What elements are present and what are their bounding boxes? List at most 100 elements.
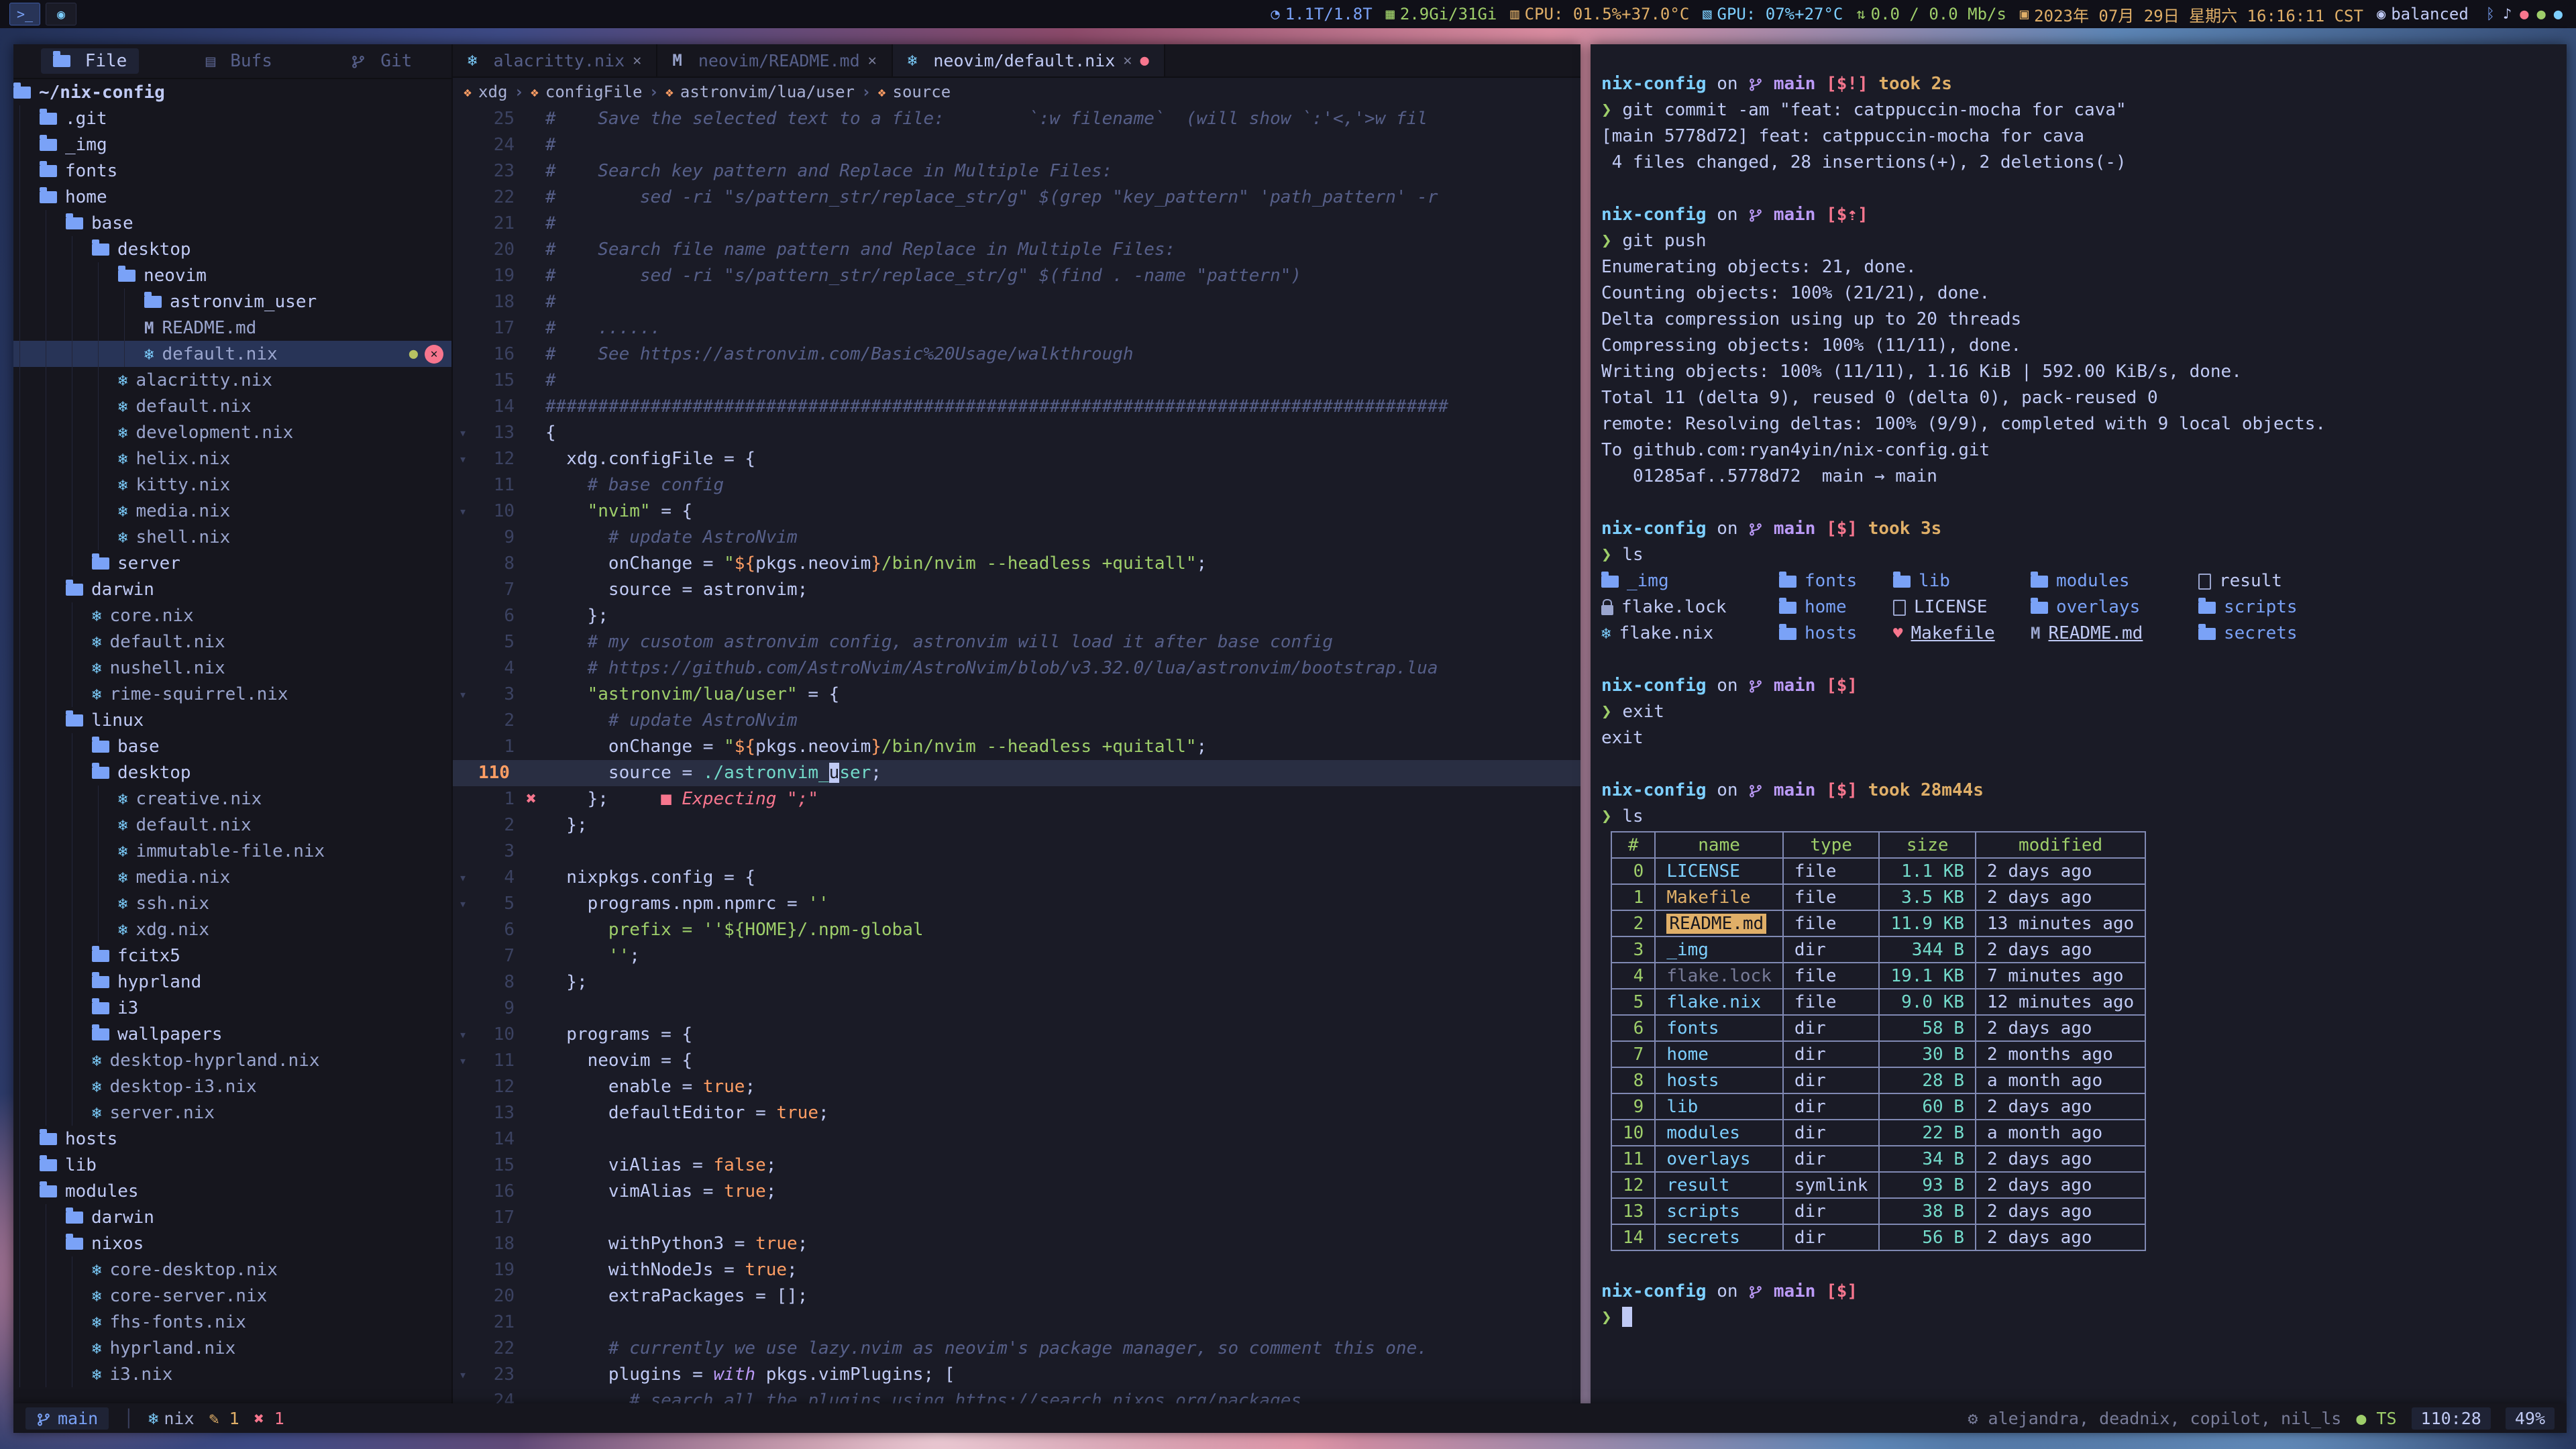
code-line[interactable]: 24 # search all the plugins using https:…: [453, 1388, 1580, 1403]
code-line[interactable]: ▾11 neovim = {: [453, 1048, 1580, 1074]
tree-item-.git[interactable]: .git: [13, 105, 451, 131]
code-line[interactable]: 14: [453, 1126, 1580, 1152]
tree-item-server[interactable]: server: [13, 550, 451, 576]
code-line[interactable]: 16 # See https://astronvim.com/Basic%20U…: [453, 341, 1580, 368]
code-line[interactable]: 17 # ......: [453, 315, 1580, 341]
terminal-window[interactable]: nix-config on main [$!] took 2s❯ git com…: [1591, 44, 2567, 1403]
code-line[interactable]: ▾10 "nvim" = {: [453, 498, 1580, 525]
code-line[interactable]: 22 # currently we use lazy.nvim as neovi…: [453, 1336, 1580, 1362]
tree-item-neovim[interactable]: neovim: [13, 262, 451, 288]
tree-item-~/nix-config[interactable]: ~/nix-config: [13, 79, 451, 105]
code-line[interactable]: 2 };: [453, 812, 1580, 839]
code-line[interactable]: 6 };: [453, 603, 1580, 629]
neovim-window[interactable]: File▤BufsGit ~/nix-config.git_imgfontsho…: [13, 44, 1580, 1403]
code-line[interactable]: ▾10 programs = {: [453, 1022, 1580, 1048]
tree-item-hyprland[interactable]: hyprland: [13, 969, 451, 995]
code-line[interactable]: 13 defaultEditor = true;: [453, 1100, 1580, 1126]
sidebar-tab-file[interactable]: File: [41, 48, 140, 74]
tree-item-ssh.nix[interactable]: ❄ssh.nix: [13, 890, 451, 916]
tree-item-desktop[interactable]: desktop: [13, 759, 451, 786]
code-line[interactable]: 12 enable = true;: [453, 1074, 1580, 1100]
tree-item-kitty.nix[interactable]: ❄kitty.nix: [13, 472, 451, 498]
code-line[interactable]: 110 source = ./astronvim_user;: [453, 760, 1580, 786]
fold-icon[interactable]: ▾: [453, 498, 473, 525]
code-line[interactable]: ▾3 "astronvim/lua/user" = {: [453, 682, 1580, 708]
tree-item-base[interactable]: base: [13, 210, 451, 236]
file-explorer[interactable]: File▤BufsGit ~/nix-config.git_imgfontsho…: [13, 44, 453, 1403]
code-line[interactable]: 11 # base config: [453, 472, 1580, 498]
tree-item-desktop-hyprland.nix[interactable]: ❄desktop-hyprland.nix: [13, 1047, 451, 1073]
tree-item-lib[interactable]: lib: [13, 1152, 451, 1178]
statusline-branch[interactable]: main: [25, 1407, 109, 1430]
code-line[interactable]: 8 onChange = "${pkgs.neovim}/bin/nvim --…: [453, 551, 1580, 577]
editor-lines[interactable]: 25 # Save the selected text to a file: `…: [453, 106, 1580, 1403]
tree-item-immutable-file.nix[interactable]: ❄immutable-file.nix: [13, 838, 451, 864]
tree-item-media.nix[interactable]: ❄media.nix: [13, 498, 451, 524]
code-line[interactable]: 14 #####################################…: [453, 394, 1580, 420]
tree-item-nushell.nix[interactable]: ❄nushell.nix: [13, 655, 451, 681]
tree-item-shell.nix[interactable]: ❄shell.nix: [13, 524, 451, 550]
code-line[interactable]: 5 # my cusotom astronvim config, astronv…: [453, 629, 1580, 655]
tree-item-hosts[interactable]: hosts: [13, 1126, 451, 1152]
bluetooth-icon[interactable]: ᛒ: [2482, 6, 2499, 23]
tree-item-default.nix[interactable]: ❄default.nix: [13, 393, 451, 419]
code-line[interactable]: 3: [453, 839, 1580, 865]
code-line[interactable]: 15 #: [453, 368, 1580, 394]
tree-item-helix.nix[interactable]: ❄helix.nix: [13, 445, 451, 472]
code-line[interactable]: 1✖ }; ■ Expecting ";": [453, 786, 1580, 812]
code-line[interactable]: 19 # sed -ri "s/pattern_str/replace_str/…: [453, 263, 1580, 289]
tree-item-wallpapers[interactable]: wallpapers: [13, 1021, 451, 1047]
tree-item-fcitx5[interactable]: fcitx5: [13, 943, 451, 969]
tree-item-alacritty.nix[interactable]: ❄alacritty.nix: [13, 367, 451, 393]
tab-neovim/README.md[interactable]: Mneovim/README.md✕: [657, 44, 893, 76]
code-line[interactable]: 16 vimAlias = true;: [453, 1179, 1580, 1205]
code-line[interactable]: 9: [453, 996, 1580, 1022]
code-line[interactable]: 19 withNodeJs = true;: [453, 1257, 1580, 1283]
fold-icon[interactable]: ▾: [453, 446, 473, 472]
workspace-1[interactable]: >_: [9, 3, 40, 25]
close-icon[interactable]: ✕: [1123, 52, 1132, 69]
tray-green-icon[interactable]: ●: [2533, 6, 2550, 23]
tree-item-base[interactable]: base: [13, 733, 451, 759]
code-line[interactable]: 21 #: [453, 211, 1580, 237]
code-line[interactable]: 20 extraPackages = [];: [453, 1283, 1580, 1309]
tree-item-rime-squirrel.nix[interactable]: ❄rime-squirrel.nix: [13, 681, 451, 707]
tree-item-default.nix[interactable]: ❄default.nix: [13, 812, 451, 838]
code-line[interactable]: 9 # update AstroNvim: [453, 525, 1580, 551]
editor-pane[interactable]: ❄alacritty.nix✕Mneovim/README.md✕❄neovim…: [453, 44, 1580, 1403]
tree-item-core-server.nix[interactable]: ❄core-server.nix: [13, 1283, 451, 1309]
tree-item-README.md[interactable]: MREADME.md: [13, 315, 451, 341]
tree-item-nixos[interactable]: nixos: [13, 1230, 451, 1256]
tree-item-server.nix[interactable]: ❄server.nix: [13, 1099, 451, 1126]
breadcrumb-item[interactable]: astronvim/lua/user: [680, 83, 855, 101]
code-line[interactable]: 7 '';: [453, 943, 1580, 969]
code-line[interactable]: 17: [453, 1205, 1580, 1231]
code-line[interactable]: 20 # Search file name pattern and Replac…: [453, 237, 1580, 263]
code-line[interactable]: 2 # update AstroNvim: [453, 708, 1580, 734]
tree-item-hyprland.nix[interactable]: ❄hyprland.nix: [13, 1335, 451, 1361]
code-line[interactable]: ▾13 {: [453, 420, 1580, 446]
tree-item-linux[interactable]: linux: [13, 707, 451, 733]
tab-alacritty.nix[interactable]: ❄alacritty.nix✕: [453, 44, 657, 76]
tree-item-i3.nix[interactable]: ❄i3.nix: [13, 1361, 451, 1387]
tree-item-default.nix[interactable]: ❄default.nix●✕: [13, 341, 451, 367]
tray-red-icon[interactable]: ●: [2516, 6, 2532, 23]
tree-item-media.nix[interactable]: ❄media.nix: [13, 864, 451, 890]
fold-icon[interactable]: ▾: [453, 420, 473, 446]
tree-item-default.nix[interactable]: ❄default.nix: [13, 629, 451, 655]
fold-icon[interactable]: ▾: [453, 682, 473, 708]
breadcrumb-item[interactable]: xdg: [478, 83, 507, 101]
close-icon[interactable]: ✕: [868, 52, 877, 69]
tree-item-astronvim_user[interactable]: astronvim_user: [13, 288, 451, 315]
sidebar-tab-git[interactable]: Git: [339, 48, 424, 74]
code-line[interactable]: ▾5 programs.npm.npmrc = '': [453, 891, 1580, 917]
breadcrumb-item[interactable]: configFile: [545, 83, 643, 101]
tab-neovim/default.nix[interactable]: ❄neovim/default.nix✕●: [893, 44, 1165, 76]
code-line[interactable]: 22 # sed -ri "s/pattern_str/replace_str/…: [453, 184, 1580, 211]
code-line[interactable]: 18 withPython3 = true;: [453, 1231, 1580, 1257]
tree-item-fonts[interactable]: fonts: [13, 158, 451, 184]
tree-item-fhs-fonts.nix[interactable]: ❄fhs-fonts.nix: [13, 1309, 451, 1335]
tree-item-darwin[interactable]: darwin: [13, 576, 451, 602]
code-line[interactable]: 21: [453, 1309, 1580, 1336]
tree-item-desktop[interactable]: desktop: [13, 236, 451, 262]
